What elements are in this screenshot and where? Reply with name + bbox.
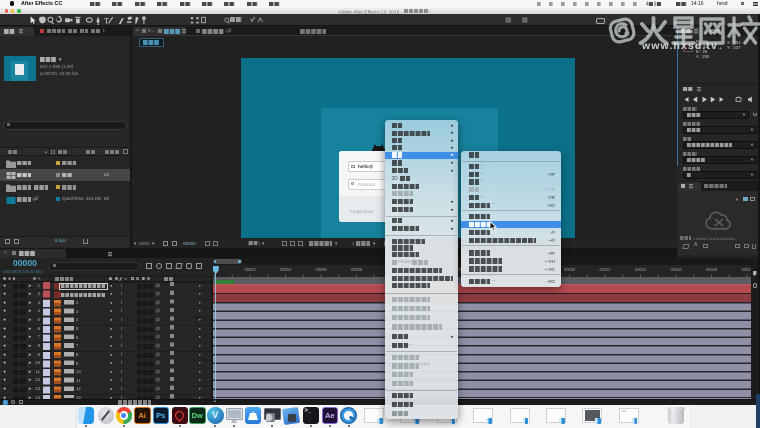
svg-text:T: T	[104, 16, 109, 25]
